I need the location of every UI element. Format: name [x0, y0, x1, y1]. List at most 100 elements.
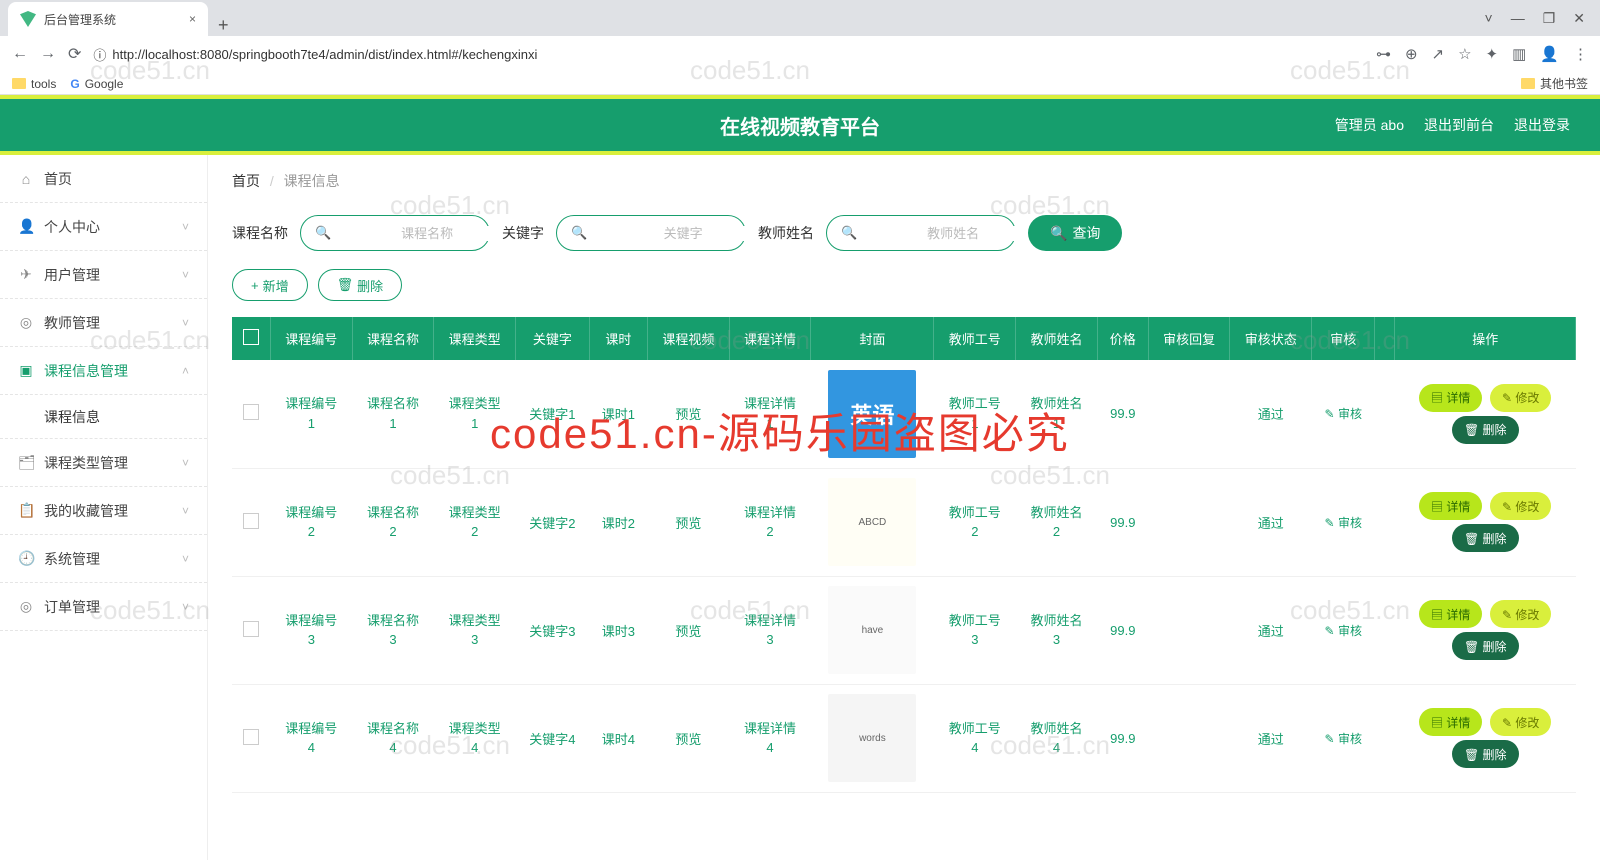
- row-delete-button[interactable]: 🗑 删除: [1452, 524, 1519, 552]
- puzzle-icon[interactable]: ✦: [1486, 45, 1499, 63]
- browser-tab[interactable]: 后台管理系统 ×: [8, 2, 208, 36]
- search-button[interactable]: 🔍 查询: [1028, 215, 1122, 251]
- menu-icon: 📋: [18, 502, 34, 519]
- table-header: 价格: [1097, 317, 1148, 360]
- cell-type: 课程类型2: [434, 468, 516, 576]
- detail-button[interactable]: ▤ 详情: [1419, 492, 1482, 520]
- go-front-link[interactable]: 退出到前台: [1424, 115, 1494, 135]
- bookmark-tools[interactable]: tools: [12, 77, 56, 91]
- teacher-name-field[interactable]: [865, 226, 1041, 241]
- row-delete-button[interactable]: 🗑 删除: [1452, 740, 1519, 768]
- new-tab-button[interactable]: +: [208, 15, 239, 36]
- cell-video[interactable]: 预览: [647, 360, 729, 468]
- close-icon[interactable]: ×: [189, 12, 196, 26]
- delete-button[interactable]: 🗑 删除: [318, 269, 403, 301]
- breadcrumb-home[interactable]: 首页: [232, 173, 260, 189]
- row-delete-button[interactable]: 🗑 删除: [1452, 416, 1519, 444]
- breadcrumb: 首页 / 课程信息: [232, 171, 1576, 191]
- add-button[interactable]: + 新增: [232, 269, 308, 301]
- bookmark-google[interactable]: GGoogle: [70, 77, 123, 91]
- audit-link[interactable]: 审核: [1325, 516, 1362, 530]
- table-row: 课程编号1课程名称1课程类型1关键字1课时1预览课程详情1英语教师工号1教师姓名…: [232, 360, 1576, 468]
- reading-icon[interactable]: ▥: [1512, 45, 1526, 63]
- row-checkbox[interactable]: [243, 513, 259, 529]
- sidebar-item[interactable]: ▣课程信息管理˄: [0, 347, 207, 395]
- url-box[interactable]: ⓘ http://localhost:8080/springbooth7te4/…: [93, 45, 1364, 64]
- sidebar-item[interactable]: ✈用户管理˅: [0, 251, 207, 299]
- search-input-keyword[interactable]: 🔍: [556, 215, 746, 251]
- menu-label: 订单管理: [44, 597, 100, 617]
- logout-link[interactable]: 退出登录: [1514, 115, 1570, 135]
- cell-type: 课程类型1: [434, 360, 516, 468]
- cell-cover: have: [811, 576, 934, 684]
- chevron-icon: ˅: [182, 504, 189, 518]
- table-header: 审核回复: [1148, 317, 1230, 360]
- maximize-icon[interactable]: ❐: [1543, 10, 1556, 27]
- cell-video[interactable]: 预览: [647, 576, 729, 684]
- back-icon[interactable]: ←: [12, 45, 28, 63]
- cell-reply: [1148, 684, 1230, 792]
- user-label[interactable]: 管理员 abo: [1335, 115, 1404, 135]
- cell-no: 课程编号1: [270, 360, 352, 468]
- table-header: 课程详情: [729, 317, 811, 360]
- sidebar-item[interactable]: 🗂课程类型管理˅: [0, 439, 207, 487]
- audit-link[interactable]: 审核: [1325, 732, 1362, 746]
- cover-image[interactable]: ABCD: [828, 478, 916, 566]
- menu-icon[interactable]: ⋮: [1573, 45, 1588, 63]
- cell-status: 通过: [1230, 360, 1312, 468]
- cell-status: 通过: [1230, 576, 1312, 684]
- cover-image[interactable]: have: [828, 586, 916, 674]
- sidebar-sub-item[interactable]: 课程信息: [0, 395, 207, 439]
- keyword-field[interactable]: [595, 226, 771, 241]
- audit-link[interactable]: 审核: [1325, 407, 1362, 421]
- breadcrumb-current: 课程信息: [284, 173, 340, 189]
- row-checkbox[interactable]: [243, 621, 259, 637]
- dropdown-icon[interactable]: ˅: [1485, 10, 1493, 26]
- search-icon: 🔍: [315, 225, 331, 241]
- select-all-checkbox[interactable]: [243, 329, 259, 345]
- table-header: [232, 317, 270, 360]
- forward-icon[interactable]: →: [40, 45, 56, 63]
- key-icon[interactable]: ⊶: [1376, 45, 1391, 63]
- info-icon[interactable]: ⓘ: [93, 45, 106, 64]
- row-checkbox[interactable]: [243, 404, 259, 420]
- cell-tname: 教师姓名1: [1016, 360, 1098, 468]
- profile-icon[interactable]: 👤: [1540, 45, 1559, 63]
- row-checkbox[interactable]: [243, 729, 259, 745]
- star-icon[interactable]: ☆: [1458, 45, 1471, 63]
- detail-button[interactable]: ▤ 详情: [1419, 708, 1482, 736]
- bookmark-bar: tools GGoogle 其他书签: [0, 72, 1600, 95]
- course-name-field[interactable]: [339, 226, 515, 241]
- row-delete-button[interactable]: 🗑 删除: [1452, 632, 1519, 660]
- reload-icon[interactable]: ⟳: [68, 44, 81, 64]
- sidebar-item[interactable]: 🕘系统管理˅: [0, 535, 207, 583]
- sidebar-item[interactable]: ◎订单管理˅: [0, 583, 207, 631]
- close-window-icon[interactable]: ✕: [1573, 10, 1585, 27]
- cell-name: 课程名称2: [352, 468, 434, 576]
- detail-button[interactable]: ▤ 详情: [1419, 600, 1482, 628]
- edit-button[interactable]: ✎ 修改: [1490, 492, 1551, 520]
- cell-status: 通过: [1230, 468, 1312, 576]
- sidebar-item[interactable]: 👤个人中心˅: [0, 203, 207, 251]
- cell-video[interactable]: 预览: [647, 468, 729, 576]
- sidebar-item[interactable]: ◎教师管理˅: [0, 299, 207, 347]
- cell-keyword: 关键字1: [516, 360, 590, 468]
- search-input-teacher[interactable]: 🔍: [826, 215, 1016, 251]
- bookmark-other[interactable]: 其他书签: [1521, 75, 1588, 92]
- minimize-icon[interactable]: —: [1511, 10, 1525, 26]
- sidebar-item[interactable]: ⌂首页: [0, 155, 207, 203]
- cell-video[interactable]: 预览: [647, 684, 729, 792]
- edit-button[interactable]: ✎ 修改: [1490, 384, 1551, 412]
- detail-button[interactable]: ▤ 详情: [1419, 384, 1482, 412]
- share-icon[interactable]: ↗: [1432, 45, 1445, 63]
- cover-image[interactable]: 英语: [828, 370, 916, 458]
- sidebar-item[interactable]: 📋我的收藏管理˅: [0, 487, 207, 535]
- edit-button[interactable]: ✎ 修改: [1490, 708, 1551, 736]
- search-icon[interactable]: ⊕: [1405, 45, 1418, 63]
- audit-link[interactable]: 审核: [1325, 624, 1362, 638]
- search-input-name[interactable]: 🔍: [300, 215, 490, 251]
- cell-price: 99.9: [1097, 576, 1148, 684]
- edit-button[interactable]: ✎ 修改: [1490, 600, 1551, 628]
- cell-no: 课程编号4: [270, 684, 352, 792]
- cover-image[interactable]: words: [828, 694, 916, 782]
